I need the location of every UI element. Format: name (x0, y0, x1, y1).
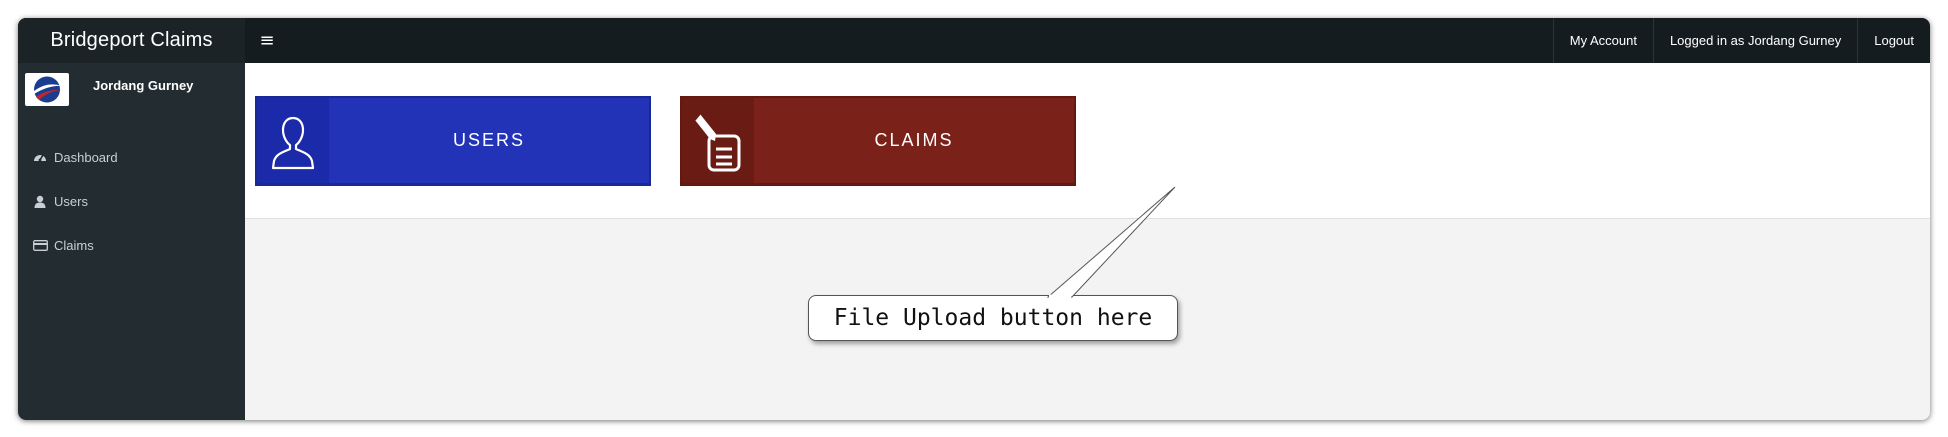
app-window: Bridgeport Claims ≡ My Account Logged in… (18, 18, 1930, 420)
callout-pointer (1046, 186, 1176, 298)
